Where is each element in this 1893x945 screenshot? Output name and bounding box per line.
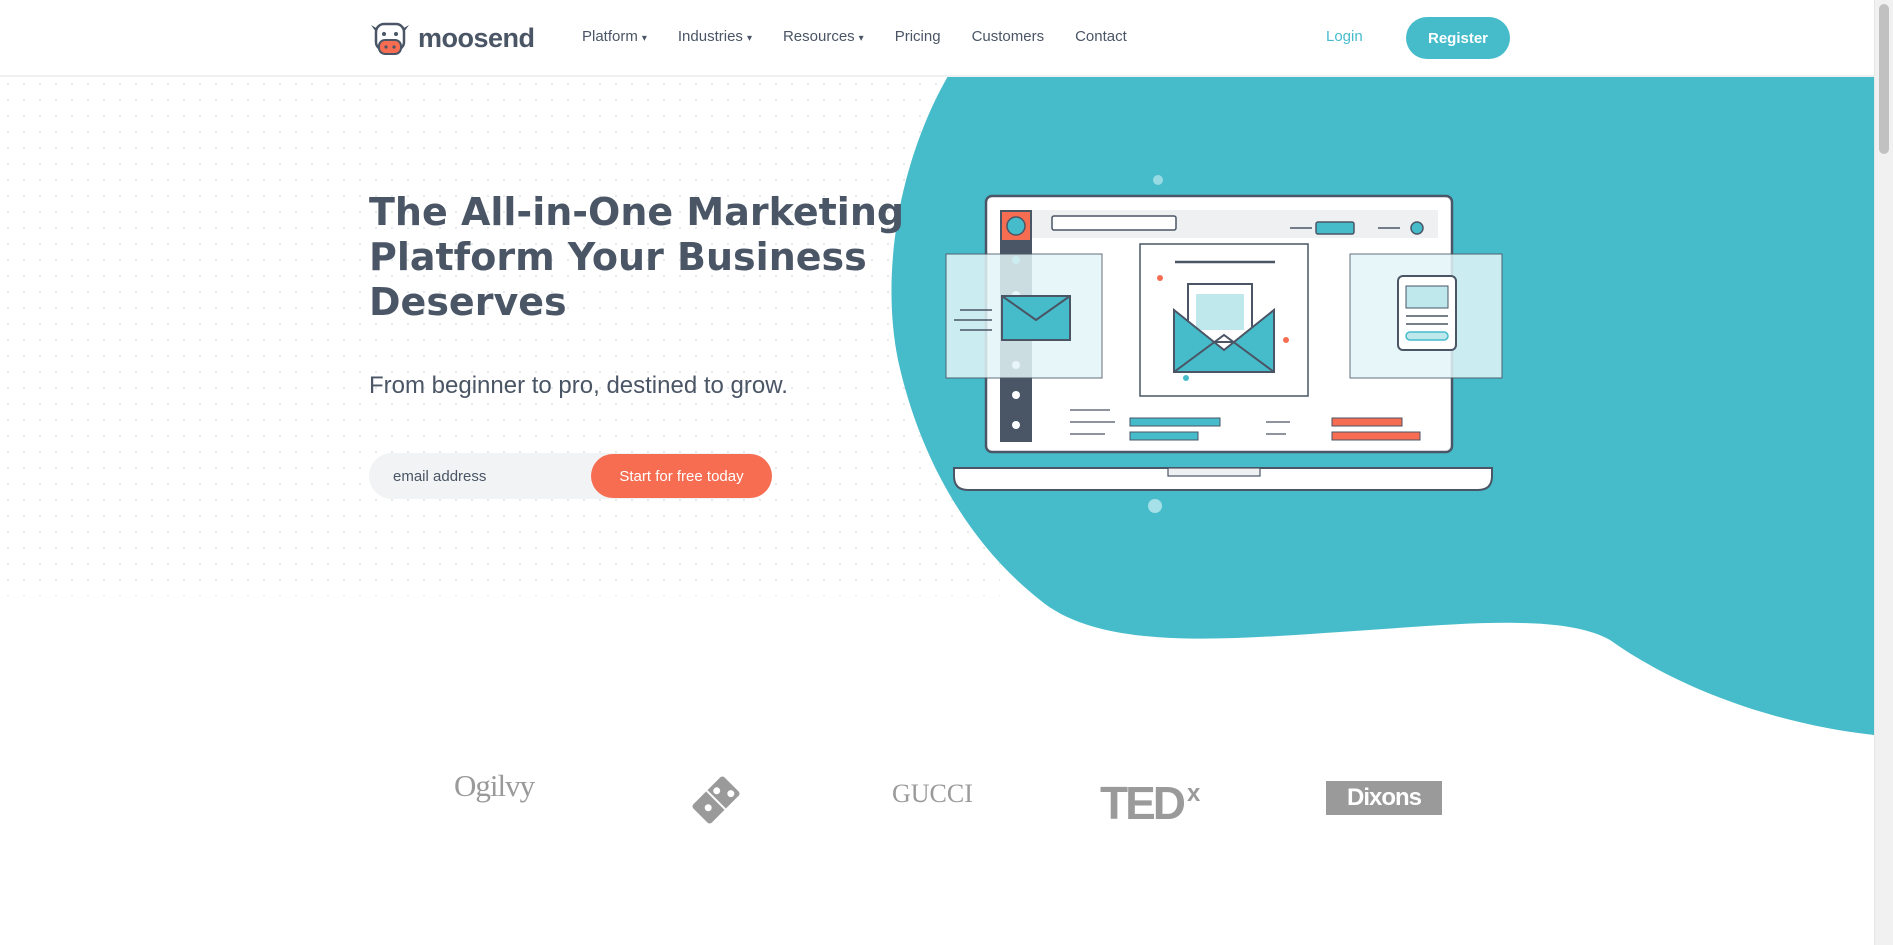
email-input[interactable] (369, 453, 589, 499)
dixons-logo: Dixons (1326, 781, 1442, 815)
moosend-cow-logo-icon (371, 22, 409, 55)
hero-subtitle: From beginner to pro, destined to grow. (369, 372, 788, 399)
page-scrollbar[interactable] (1874, 0, 1893, 945)
nav-platform-label: Platform (582, 28, 638, 45)
hero-title: The All-in-One Marketing Platform Your B… (369, 190, 905, 324)
gucci-logo: GUCCI (892, 779, 973, 808)
nav-resources-label: Resources (782, 28, 855, 45)
start-free-button[interactable]: Start for free today (591, 454, 772, 498)
nav-industries-label: Industries (677, 28, 743, 45)
chevron-down-icon: ▾ (641, 33, 647, 44)
signup-form: Start for free today (369, 453, 772, 499)
brand-name: moosend (418, 22, 535, 53)
dominos-logo-icon (692, 776, 740, 824)
register-button[interactable]: Register (1406, 17, 1510, 59)
chevron-down-icon: ▾ (858, 33, 864, 44)
page: moosend Platform ▾ Industries ▾ Resources ▾… (0, 0, 1874, 945)
nav-contact[interactable]: Contact (1075, 28, 1127, 45)
moosend-logo[interactable]: moosend (368, 16, 535, 60)
nav-platform[interactable]: Platform ▾ (582, 28, 647, 45)
login-link[interactable]: Login (1326, 28, 1363, 45)
nav-resources[interactable]: Resources ▾ (783, 28, 864, 45)
nav-customers[interactable]: Customers (972, 28, 1045, 45)
main-nav: Platform ▾ Industries ▾ Resources ▾ Pricing… (582, 28, 1158, 45)
chevron-down-icon: ▾ (746, 33, 752, 44)
nav-pricing[interactable]: Pricing (895, 28, 941, 45)
tedx-logo: TED x (1100, 770, 1200, 827)
tedx-logo-x: x (1187, 780, 1201, 807)
tedx-logo-main: TED (1100, 777, 1186, 829)
laptop-illustration-icon (945, 194, 1503, 491)
nav-industries[interactable]: Industries ▾ (678, 28, 752, 45)
site-header: moosend Platform ▾ Industries ▾ Resources ▾… (0, 0, 1874, 77)
ogilvy-logo: Ogilvy (454, 768, 535, 803)
scrollbar-thumb[interactable] (1879, 4, 1889, 154)
